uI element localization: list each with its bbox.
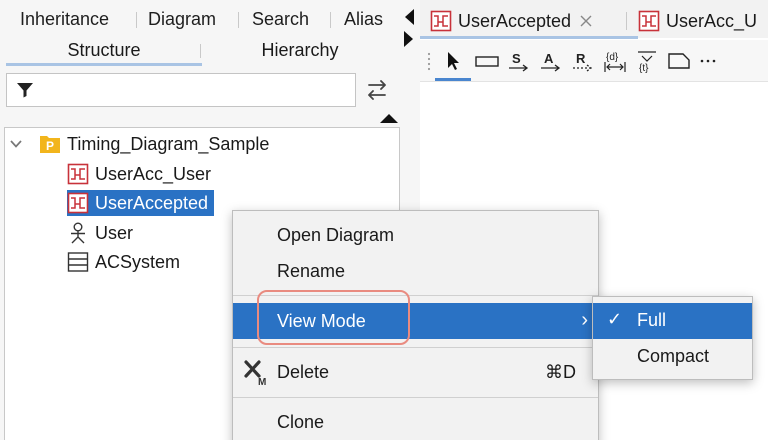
tab-search[interactable]: Search [252,9,309,30]
submenu-item-compact[interactable]: Compact [593,339,752,375]
note-tool-icon[interactable] [666,48,692,74]
svg-text:P: P [46,139,54,153]
timing-diagram-icon [67,192,89,214]
editor-tab-label: UserAccepted [458,10,572,31]
actor-icon [71,222,85,244]
shortcut-label: ⌘D [545,362,576,382]
filter-input[interactable] [6,73,356,107]
tree-item-label: User [95,222,134,243]
tree-item-label: UserAccepted [95,192,209,213]
menu-separator [233,397,598,398]
tab-divider [626,12,627,30]
svg-text:S: S [512,51,521,66]
menu-separator [233,347,598,348]
svg-text:R: R [576,51,586,66]
tab-divider [330,12,331,28]
timing-diagram-icon [638,10,660,32]
svg-text:M: M [258,377,266,387]
collapse-panel-icon[interactable] [380,114,398,123]
toolbar-grip-icon [427,52,431,71]
sub-tab-bar: Structure Hierarchy [0,38,420,66]
top-tab-bar: Inheritance Diagram Search Alias [0,0,420,38]
tree-item-label: UserAcc_User [95,163,212,184]
lifeline-icon [67,252,89,272]
active-tab-indicator [420,36,638,39]
message-a-tool-icon[interactable]: A [538,48,564,74]
timing-diagram-icon [67,163,89,185]
close-icon[interactable] [579,14,593,28]
package-icon: P [40,136,60,153]
editor-tab-bar: UserAccepted UserAcc_U [420,0,768,38]
tree-item-useraccepted[interactable]: UserAccepted [67,190,215,216]
submenu-item-full[interactable]: ✓ Full [593,303,752,339]
menu-separator [233,295,598,296]
menu-item-clone[interactable]: Clone [233,404,598,440]
tree-item-label: Timing_Diagram_Sample [67,133,270,154]
tab-hierarchy[interactable]: Hierarchy [202,40,398,61]
message-s-tool-icon[interactable]: S [506,48,532,74]
tab-structure[interactable]: Structure [6,40,202,61]
chevron-right-icon: › [581,309,588,331]
tab-divider [200,44,201,58]
tab-scroll-arrows-icon[interactable] [402,8,416,48]
sync-icon[interactable] [365,77,389,103]
message-r-tool-icon[interactable]: R [570,48,596,74]
tab-divider [136,12,137,28]
context-menu: Open Diagram Rename View Mode › M Delete… [232,210,599,440]
tab-alias[interactable]: Alias [344,9,383,30]
tree-item-acsystem[interactable]: ACSystem [67,249,180,275]
tree-item-root[interactable]: P Timing_Diagram_Sample [9,131,269,157]
duration-constraint-tool-icon[interactable]: {d} [602,48,628,74]
diagram-toolbar: S A R {d} {t} [420,40,768,82]
svg-text:{d}: {d} [606,52,619,63]
tab-divider [238,12,239,28]
delete-icon: M [244,360,266,387]
editor-tab-useracc-user[interactable]: UserAcc_U [638,7,757,35]
menu-item-rename[interactable]: Rename [233,253,598,289]
view-mode-submenu: ✓ Full Compact [592,296,753,380]
checkmark-icon: ✓ [607,309,623,329]
svg-text:{t}: {t} [639,63,649,74]
tab-inheritance[interactable]: Inheritance [20,9,109,30]
svg-text:A: A [544,51,554,66]
tree-item-label: ACSystem [95,251,181,272]
lifeline-tool-icon[interactable] [474,48,500,74]
editor-tab-useraccepted[interactable]: UserAccepted [430,7,593,35]
tree-item-user[interactable]: User [67,220,133,246]
tree-item-useracc-user[interactable]: UserAcc_User [67,161,211,187]
active-tab-indicator [6,63,202,66]
filter-icon [17,83,33,98]
tab-diagram[interactable]: Diagram [148,9,216,30]
menu-item-open-diagram[interactable]: Open Diagram [233,217,598,253]
time-constraint-tool-icon[interactable]: {t} [634,48,660,74]
chevron-down-icon[interactable] [9,137,23,151]
menu-item-view-mode[interactable]: View Mode › [233,303,598,339]
timing-diagram-icon [430,10,452,32]
more-tools-icon[interactable] [698,48,718,74]
editor-tab-label: UserAcc_U [666,10,758,31]
active-tool-indicator [435,78,471,81]
menu-item-delete[interactable]: M Delete ⌘D [233,354,598,390]
selector-tool-icon[interactable] [440,48,466,74]
